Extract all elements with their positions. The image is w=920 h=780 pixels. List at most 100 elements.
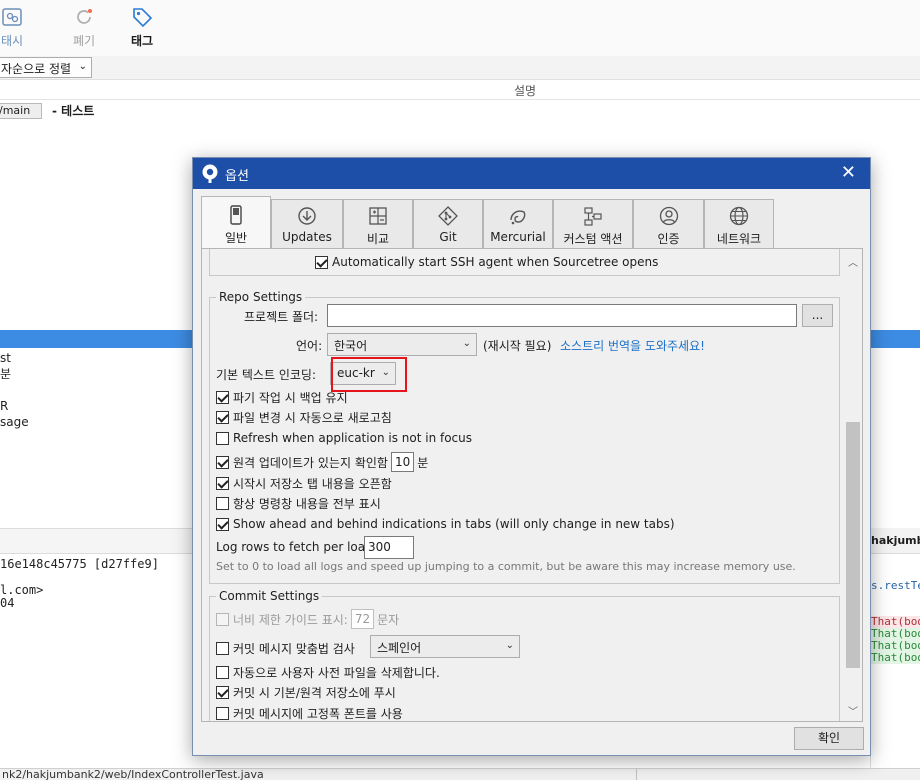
- tag-button[interactable]: 태그: [122, 6, 162, 49]
- selected-row-highlight-right[interactable]: [870, 330, 920, 348]
- tab-label: Git: [439, 230, 457, 244]
- open-tabs-on-start-checkbox[interactable]: 시작시 저장소 탭 내용을 오픈함: [216, 474, 392, 492]
- width-guide-input[interactable]: 72: [350, 609, 375, 629]
- width-guide-checkbox[interactable]: 너비 제한 가이드 표시: 72 문자: [216, 608, 399, 630]
- selected-row-highlight[interactable]: [0, 330, 193, 348]
- remote-check-interval-input[interactable]: 10: [390, 452, 415, 472]
- stash-label: 태시: [0, 34, 24, 48]
- refresh-unfocused-checkbox[interactable]: Refresh when application is not in focus: [216, 429, 472, 447]
- list-item[interactable]: sage: [0, 414, 29, 430]
- tab-auth[interactable]: 인증: [633, 199, 704, 249]
- chevron-down-icon: ⌄: [505, 640, 514, 651]
- checkbox-box[interactable]: [315, 255, 328, 269]
- language-select[interactable]: 한국어 ⌄: [327, 333, 477, 356]
- ssh-agent-label: Automatically start SSH agent when Sourc…: [332, 255, 659, 269]
- list-item[interactable]: [0, 382, 29, 398]
- tab-mercurial[interactable]: Mercurial: [483, 199, 553, 249]
- tab-label: 일반: [224, 231, 248, 245]
- checkbox-box[interactable]: [216, 431, 229, 445]
- code-line: s.restTem: [871, 580, 920, 592]
- diff-code: s.restTem That(body That(body That(body …: [871, 580, 920, 664]
- spell-check-checkbox[interactable]: 커밋 메시지 맞춤법 검사: [216, 639, 355, 657]
- checkbox-box[interactable]: [216, 612, 229, 626]
- remote-check-suffix: 분: [417, 455, 429, 470]
- scrollbar-thumb[interactable]: [846, 422, 860, 668]
- scroll-up-icon[interactable]: ︿: [848, 254, 858, 269]
- log-rows-input[interactable]: 300: [364, 536, 414, 559]
- tab-diff[interactable]: 비교: [343, 199, 413, 249]
- updates-icon: [298, 207, 316, 225]
- checkbox-box[interactable]: [216, 517, 229, 531]
- browse-button[interactable]: ...: [802, 304, 833, 327]
- scroll-down-icon[interactable]: ﹀: [848, 703, 858, 718]
- language-label: 언어:: [296, 339, 323, 353]
- options-general-panel: Automatically start SSH agent when Sourc…: [201, 248, 863, 722]
- tag-icon: [133, 8, 153, 28]
- checkbox-box[interactable]: [216, 390, 229, 404]
- description-header[interactable]: 설명: [514, 82, 536, 99]
- option-label: Show ahead and behind indications in tab…: [233, 517, 675, 531]
- tab-general[interactable]: 일반: [201, 196, 271, 249]
- tab-updates[interactable]: Updates: [271, 199, 343, 249]
- close-icon[interactable]: ✕: [841, 162, 856, 183]
- checkbox-box[interactable]: [216, 685, 229, 699]
- checkbox-box[interactable]: [216, 455, 229, 469]
- options-scrollbar[interactable]: ︿ ﹀: [845, 250, 861, 720]
- list-item[interactable]: R: [0, 398, 29, 414]
- custom-actions-icon: [584, 207, 602, 226]
- backup-on-discard-checkbox[interactable]: 파기 작업 시 백업 유지: [216, 388, 348, 406]
- option-label: 항상 명령창 내용을 전부 표시: [233, 496, 381, 511]
- highlight-annotation-box: [331, 357, 407, 392]
- tab-git[interactable]: Git: [413, 199, 483, 249]
- auto-refresh-checkbox[interactable]: 파일 변경 시 자동으로 새로고침: [216, 408, 392, 426]
- spell-check-language-select[interactable]: 스페인어 ⌄: [370, 635, 520, 658]
- show-full-output-checkbox[interactable]: 항상 명령창 내용을 전부 표시: [216, 494, 381, 512]
- option-label: 자동으로 사용자 사전 파일을 삭제합니다.: [233, 665, 440, 680]
- width-guide-prefix: 너비 제한 가이드 표시:: [233, 612, 348, 627]
- git-icon: [438, 206, 458, 226]
- commit-row[interactable]: /main - 테스트: [0, 102, 400, 120]
- encoding-label: 기본 텍스트 인코딩:: [216, 368, 316, 382]
- log-rows-label: Log rows to fetch per load:: [216, 540, 377, 554]
- remote-check-prefix: 원격 업데이트가 있는지 확인함: [233, 455, 388, 470]
- tab-network[interactable]: 네트워크: [704, 199, 774, 249]
- tab-label: Mercurial: [490, 230, 546, 244]
- list-item[interactable]: st: [0, 350, 29, 366]
- dialog-titlebar[interactable]: 옵션 ✕: [193, 158, 870, 189]
- checkbox-box[interactable]: [216, 410, 229, 424]
- checkbox-box[interactable]: [216, 706, 229, 720]
- delete-dict-checkbox[interactable]: 자동으로 사용자 사전 파일을 삭제합니다.: [216, 663, 440, 681]
- project-folder-input[interactable]: [327, 304, 797, 327]
- discard-button[interactable]: 폐기: [64, 6, 104, 49]
- ahead-behind-checkbox[interactable]: Show ahead and behind indications in tab…: [216, 515, 675, 533]
- dialog-title: 옵션: [225, 169, 249, 184]
- ok-button[interactable]: 확인: [794, 727, 864, 750]
- remote-check-checkbox[interactable]: 원격 업데이트가 있는지 확인함 10 분: [216, 450, 428, 474]
- translate-help-link[interactable]: 소스트리 번역을 도와주세요!: [560, 337, 705, 354]
- checkbox-box[interactable]: [216, 496, 229, 510]
- restart-note: (재시작 필요): [483, 339, 552, 353]
- options-dialog: 옵션 ✕ 일반 Updates 비교 Git Mercurial 커스텀 액션: [192, 157, 871, 756]
- tab-custom-actions[interactable]: 커스텀 액션: [553, 199, 633, 249]
- checkbox-box[interactable]: [216, 641, 229, 655]
- branch-chip: /main: [0, 103, 42, 119]
- language-value: 한국어: [334, 339, 368, 353]
- checkbox-box[interactable]: [216, 665, 229, 679]
- tab-label: 비교: [366, 232, 390, 246]
- mercurial-icon: [510, 210, 526, 225]
- sourcetree-logo-icon: [202, 164, 218, 183]
- option-label: 커밋 시 기본/원격 저장소에 푸시: [233, 685, 396, 700]
- width-guide-suffix: 문자: [377, 612, 400, 627]
- commit-settings-title: Commit Settings: [216, 589, 323, 603]
- checkbox-box[interactable]: [216, 476, 229, 490]
- ssh-agent-checkbox[interactable]: Automatically start SSH agent when Sourc…: [315, 253, 658, 271]
- push-on-commit-checkbox[interactable]: 커밋 시 기본/원격 저장소에 푸시: [216, 683, 396, 701]
- sort-dropdown[interactable]: 자순으로 정렬 ⌄: [0, 57, 92, 78]
- stash-icon: [2, 8, 22, 26]
- list-item[interactable]: 분: [0, 366, 29, 382]
- fixed-font-checkbox[interactable]: 커밋 메시지에 고정폭 폰트를 사용: [216, 704, 403, 721]
- stash-button[interactable]: 태시: [0, 6, 32, 49]
- tag-label: 태그: [130, 34, 154, 48]
- status-bar: nk2/hakjumbank2/web/IndexControllerTest.…: [0, 768, 920, 780]
